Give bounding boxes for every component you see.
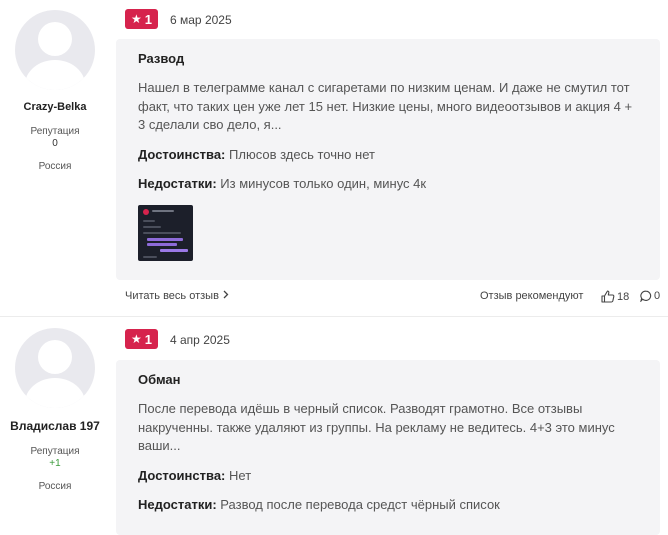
review-pros: Достоинства: Нет (138, 468, 638, 483)
review-divider (0, 316, 668, 317)
review-cons: Недостатки: Развод после перевода средст… (138, 497, 638, 512)
like-button[interactable]: 18 (601, 290, 629, 303)
reputation-value: +1 (49, 458, 61, 469)
reputation-value: 0 (52, 138, 58, 149)
review-author: Владислав 197 Репутация +1 Россия (0, 328, 110, 492)
cons-label: Недостатки: (138, 496, 217, 512)
comments-button[interactable]: 0 (640, 290, 660, 302)
thumbs-up-icon (601, 290, 615, 303)
review-author: Crazy-Belka Репутация 0 Россия (0, 10, 110, 172)
review-text: Нашел в телеграмме канал с сигаретами по… (138, 80, 633, 132)
star-icon: ★ (131, 12, 142, 26)
review-text: После перевода идёшь в черный список. Ра… (138, 401, 615, 453)
review-cons: Недостатки: Из минусов только один, мину… (138, 176, 638, 191)
review-pros: Достоинства: Плюсов здесь точно нет (138, 147, 638, 162)
read-more-label: Читать весь отзыв (125, 290, 219, 302)
recommend-label: Отзыв рекомендуют (480, 290, 584, 302)
star-icon: ★ (131, 332, 142, 346)
rating-value: 1 (144, 331, 152, 347)
comment-icon (640, 290, 652, 302)
review-title[interactable]: Развод (138, 51, 638, 66)
review-date: 4 апр 2025 (170, 333, 230, 347)
cons-label: Недостатки: (138, 175, 217, 191)
rating-value: 1 (144, 11, 152, 27)
read-full-review-link[interactable]: Читать весь отзыв (125, 290, 230, 302)
avatar[interactable] (15, 10, 95, 90)
rating-badge: ★ 1 (125, 9, 158, 29)
pros-label: Достоинства: (138, 467, 226, 483)
pros-label: Достоинства: (138, 146, 226, 162)
avatar[interactable] (15, 328, 95, 408)
author-name[interactable]: Владислав 197 (0, 419, 110, 433)
pros-text: Плюсов здесь точно нет (229, 146, 375, 162)
reputation-label: Репутация (30, 126, 80, 137)
rating-badge: ★ 1 (125, 329, 158, 349)
comments-count: 0 (654, 290, 661, 302)
chevron-right-icon (223, 290, 229, 299)
pros-text: Нет (229, 467, 252, 483)
likes-count: 18 (617, 290, 630, 303)
author-name[interactable]: Crazy-Belka (0, 101, 110, 113)
author-country: Россия (38, 481, 72, 492)
cons-text: Из минусов только один, минус 4к (220, 175, 427, 191)
review-footer: Читать весь отзыв Отзыв рекомендуют 18 0 (125, 290, 660, 306)
author-country: Россия (38, 161, 72, 172)
review-photo-thumbnail[interactable] (138, 204, 193, 261)
review-card: Crazy-Belka Репутация 0 Россия ★ 1 6 мар… (0, 0, 668, 318)
review-card: Владислав 197 Репутация +1 Россия ★ 1 4 … (0, 318, 668, 535)
review-body: Обман После перевода идёшь в черный спис… (116, 360, 660, 535)
review-date: 6 мар 2025 (170, 13, 232, 27)
reputation-label: Репутация (30, 446, 80, 457)
review-title[interactable]: Обман (138, 372, 638, 387)
cons-text: Развод после перевода средст чёрный спис… (220, 496, 500, 512)
review-body: Развод Нашел в телеграмме канал с сигаре… (116, 39, 660, 280)
